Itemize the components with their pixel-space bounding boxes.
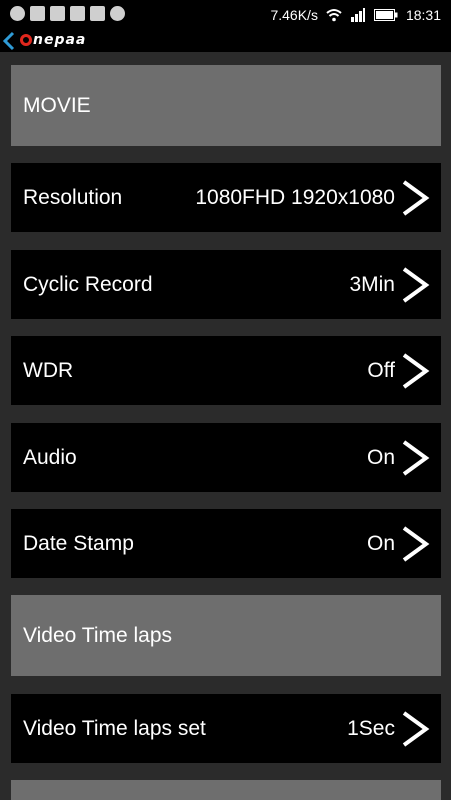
status-bar: 7.46K/s 18:31 bbox=[0, 0, 451, 30]
text-app-icon bbox=[70, 6, 85, 21]
setting-value: On bbox=[366, 445, 395, 469]
battery-icon bbox=[373, 9, 398, 21]
status-right: 7.46K/s 18:31 bbox=[270, 7, 441, 23]
chevron-right-icon bbox=[402, 179, 430, 216]
net-speed: 7.46K/s bbox=[270, 7, 318, 23]
brand-logo: nepaa bbox=[20, 32, 86, 48]
brand-name: nepaa bbox=[33, 32, 87, 48]
chevron-right-icon bbox=[402, 439, 430, 476]
setting-label: Video Time laps set bbox=[23, 716, 206, 740]
setting-row-wdr[interactable]: WDR Off bbox=[11, 336, 441, 405]
chat-app-icon bbox=[50, 6, 65, 21]
chevron-right-icon bbox=[402, 710, 430, 747]
signal-icon bbox=[350, 8, 366, 22]
setting-value: On bbox=[366, 531, 395, 555]
clock: 18:31 bbox=[405, 7, 441, 23]
more-dots-icon bbox=[110, 6, 125, 21]
setting-label: Audio bbox=[23, 445, 77, 469]
setting-row-cyclic-record[interactable]: Cyclic Record 3Min bbox=[11, 250, 441, 319]
chevron-right-icon bbox=[402, 525, 430, 562]
section-header-movie: MOVIE bbox=[11, 65, 441, 146]
logo-ring-icon bbox=[20, 34, 32, 46]
setting-value: 1080FHD 1920x1080 bbox=[195, 185, 395, 209]
chevron-right-icon bbox=[402, 266, 430, 303]
app-header: nepaa bbox=[0, 30, 451, 52]
notification-icons bbox=[10, 6, 125, 21]
wifi-icon bbox=[326, 8, 342, 22]
setting-row-resolution[interactable]: Resolution 1080FHD 1920x1080 bbox=[11, 163, 441, 232]
setting-value: 1Sec bbox=[347, 716, 395, 740]
grid-app-icon bbox=[30, 6, 45, 21]
weibo-icon bbox=[10, 6, 25, 21]
section-header-video-time-laps: Video Time laps bbox=[11, 595, 441, 676]
setting-row-video-time-laps-set[interactable]: Video Time laps set 1Sec bbox=[11, 694, 441, 763]
setting-value: 3Min bbox=[349, 272, 395, 296]
setting-label: Date Stamp bbox=[23, 531, 134, 555]
setting-label: WDR bbox=[23, 358, 74, 382]
setting-label: Cyclic Record bbox=[23, 272, 153, 296]
setting-value: Off bbox=[367, 358, 395, 382]
back-arrow-icon[interactable] bbox=[2, 31, 16, 51]
setting-row-date-stamp[interactable]: Date Stamp On bbox=[11, 509, 441, 578]
section-title: Video Time laps bbox=[23, 623, 173, 647]
image-icon bbox=[90, 6, 105, 21]
section-header-partial bbox=[11, 780, 441, 800]
setting-label: Resolution bbox=[23, 185, 123, 209]
chevron-right-icon bbox=[402, 352, 430, 389]
section-title: MOVIE bbox=[23, 93, 91, 117]
setting-row-audio[interactable]: Audio On bbox=[11, 423, 441, 492]
